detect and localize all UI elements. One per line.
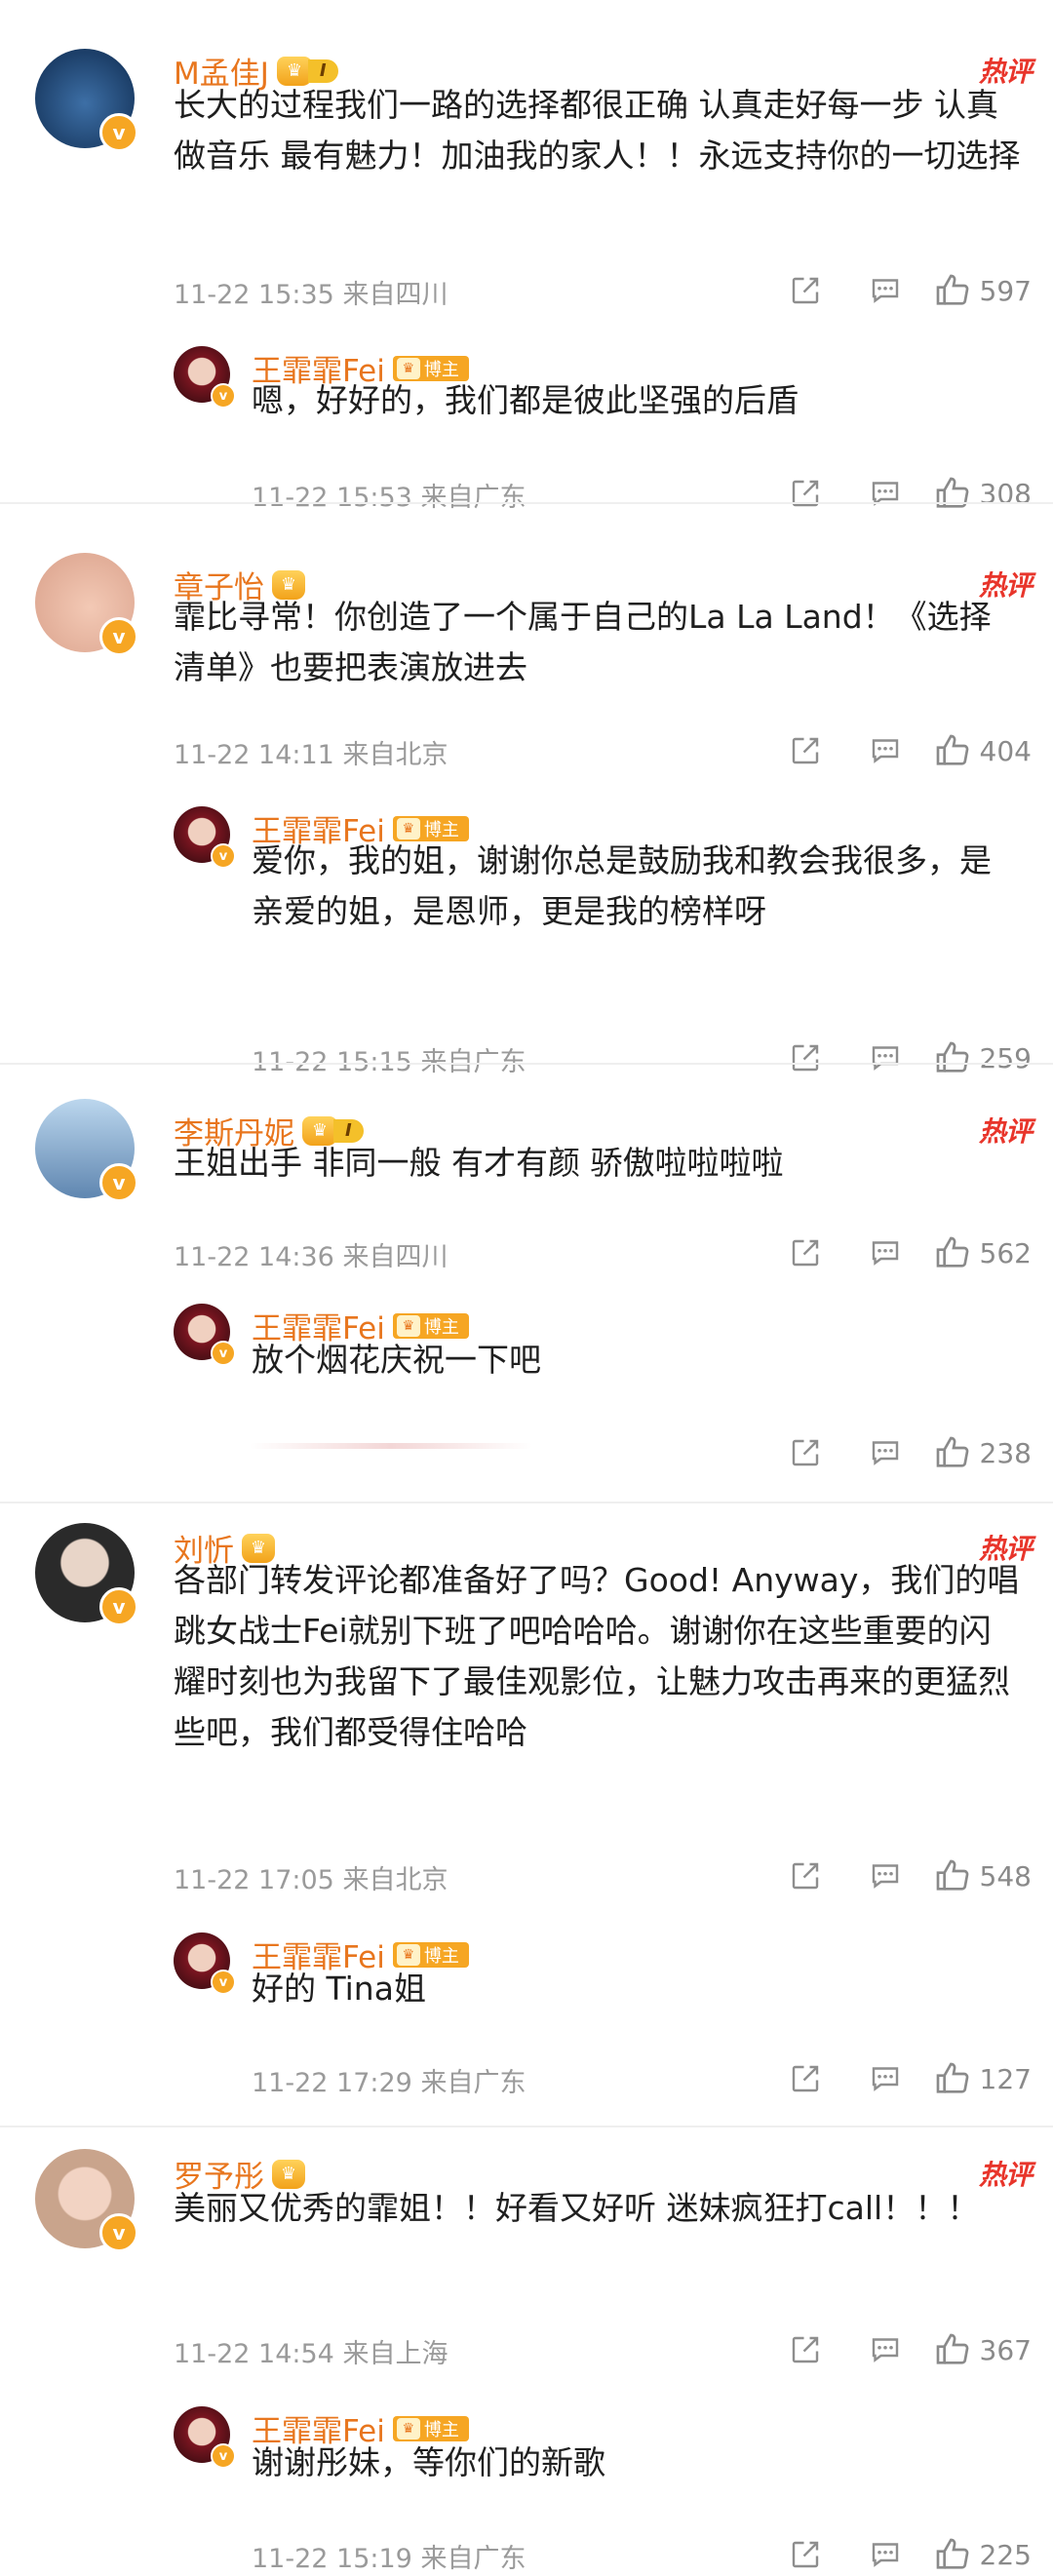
- reply-avatar[interactable]: v: [174, 2406, 236, 2469]
- reply-item: v 王霏霏Fei ♛ 博主 放个烟花庆祝一下吧 238: [0, 1065, 1053, 1503]
- verified-icon: v: [211, 383, 236, 409]
- like-count: 238: [979, 1436, 1032, 1469]
- reply-meta: 11-22 15:19 来自广东: [252, 2537, 526, 2575]
- action-bar: 127: [765, 2057, 1032, 2100]
- reply-text: 好的 Tina姐: [252, 1970, 426, 2008]
- repost-icon: [792, 2541, 818, 2568]
- action-bar: 238: [765, 1431, 1032, 1474]
- like-button[interactable]: 238: [933, 1433, 1032, 1472]
- comment-thread: v 章子怡 ♛ 热评 霏比寻常！你创造了一个属于自己的La La Land！《选择清单》…: [0, 502, 1053, 1077]
- verified-icon: v: [211, 843, 236, 869]
- reply-item: v 王霏霏Fei ♛ 博主 谢谢彤妹，等你们的新歌 11-22 15:19 来自广东 225: [0, 2127, 1053, 2574]
- comment-thread: v 李斯丹妮 ♛ I 热评 王姐出手 非同一般 有才有颜 骄傲啦啦啦啦 11-22 14:3…: [0, 1063, 1053, 1503]
- repost-icon: [792, 1439, 818, 1466]
- like-button[interactable]: 225: [933, 2535, 1032, 2574]
- verified-icon: v: [211, 2443, 236, 2469]
- action-bar: 225: [765, 2533, 1032, 2576]
- comment-icon: [872, 2067, 898, 2091]
- reply-item: v 王霏霏Fei ♛ 博主 爱你，我的姐，谢谢你总是鼓励我和教会我很多，是亲爱的姐，是恩…: [0, 504, 1053, 1077]
- verified-icon: v: [211, 1970, 236, 1995]
- reply-meta: 11-22 17:29 来自广东: [252, 2061, 526, 2099]
- reply-item: v 王霏霏Fei ♛ 博主 嗯，好好的，我们都是彼此坚强的后盾 11-22 15:53 来…: [0, 0, 1053, 513]
- verified-icon: v: [211, 1341, 236, 1366]
- crown-icon: ♛: [396, 1943, 420, 1966]
- comment-button[interactable]: [845, 2057, 925, 2100]
- reply-text: 爱你，我的姐，谢谢你总是鼓励我和教会我很多，是亲爱的姐，是恩师，更是我的榜样呀: [252, 841, 992, 930]
- comment-thread: v M孟佳J ♛ I 热评 长大的过程我们一路的选择都很正确 认真走好每一步 认真做音乐 …: [0, 0, 1053, 513]
- reply-time: 11-22 15:19: [252, 2544, 412, 2574]
- like-count: 127: [979, 2062, 1032, 2095]
- comment-icon: [872, 1441, 898, 1465]
- thumbs-up-icon: [933, 2535, 972, 2574]
- crown-icon: ♛: [396, 1314, 420, 1337]
- comment-thread: v 罗予彤 ♛ 热评 美丽又优秀的霏姐！！好看又好听 迷妹疯狂打call！！！ 11-22…: [0, 2126, 1053, 2574]
- like-count: 225: [979, 2538, 1032, 2571]
- reply-avatar[interactable]: v: [174, 346, 236, 409]
- like-button[interactable]: 127: [933, 2059, 1032, 2098]
- thumbs-up-icon: [933, 1433, 972, 1472]
- comment-thread: v 刘忻 ♛ 热评 各部门转发评论都准备好了吗？Good! Anyway，我们的唱跳女战…: [0, 1502, 1053, 2127]
- redacted-meta: [250, 1443, 532, 1449]
- crown-icon: ♛: [396, 2417, 420, 2439]
- reply-time: 11-22 17:29: [252, 2068, 412, 2098]
- reply-avatar[interactable]: v: [174, 1932, 236, 1995]
- reply-text: 谢谢彤妹，等你们的新歌: [252, 2443, 605, 2481]
- repost-icon: [792, 2065, 818, 2092]
- comment-button[interactable]: [845, 2533, 925, 2576]
- reply-text: 嗯，好好的，我们都是彼此坚强的后盾: [252, 381, 799, 419]
- reply-avatar[interactable]: v: [174, 806, 236, 869]
- comment-button[interactable]: [845, 1431, 925, 1474]
- repost-button[interactable]: [765, 2533, 845, 2576]
- repost-button[interactable]: [765, 2057, 845, 2100]
- thumbs-up-icon: [933, 2059, 972, 2098]
- reply-text: 放个烟花庆祝一下吧: [252, 1341, 541, 1379]
- reply-location: 来自广东: [420, 2068, 526, 2098]
- repost-button[interactable]: [765, 1431, 845, 1474]
- reply-item: v 王霏霏Fei ♛ 博主 好的 Tina姐 11-22 17:29 来自广东 127: [0, 1503, 1053, 2127]
- comment-icon: [872, 2543, 898, 2567]
- reply-avatar[interactable]: v: [174, 1304, 236, 1366]
- reply-location: 来自广东: [420, 2544, 526, 2574]
